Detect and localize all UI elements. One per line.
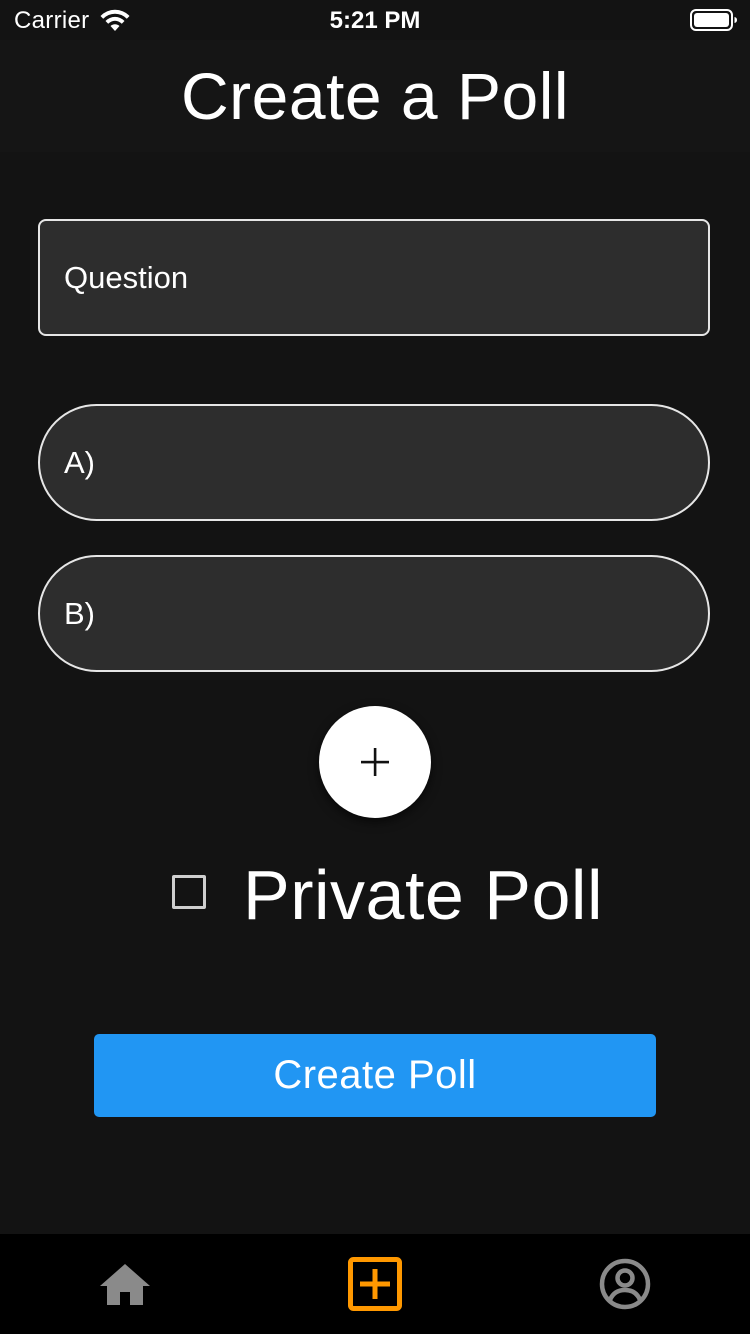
nav-create-tab[interactable] <box>343 1252 407 1316</box>
app-header: Create a Poll <box>0 40 750 152</box>
page-title: Create a Poll <box>180 59 570 133</box>
add-box-icon <box>348 1257 402 1311</box>
option-b-field[interactable] <box>38 555 710 672</box>
create-poll-button[interactable]: Create Poll <box>94 1034 656 1117</box>
option-a-input[interactable] <box>64 406 684 519</box>
option-a-field[interactable] <box>38 404 710 521</box>
status-bar: Carrier 5:21 PM <box>0 0 750 40</box>
private-poll-row: Private Poll <box>170 850 630 940</box>
bottom-nav <box>0 1234 750 1334</box>
add-option-button[interactable] <box>319 706 431 818</box>
question-field[interactable] <box>38 219 710 336</box>
plus-icon <box>361 748 389 776</box>
nav-home-tab[interactable] <box>93 1252 157 1316</box>
private-poll-checkbox[interactable] <box>172 875 206 909</box>
question-input[interactable] <box>64 221 684 334</box>
option-b-input[interactable] <box>64 557 684 670</box>
account-circle-icon <box>599 1258 651 1310</box>
status-time: 5:21 PM <box>329 7 421 34</box>
create-poll-screen: Carrier 5:21 PM Create a Poll Question A… <box>0 0 750 1334</box>
home-icon <box>100 1264 150 1305</box>
nav-profile-tab[interactable] <box>593 1252 657 1316</box>
private-poll-label: Private Poll <box>243 856 604 934</box>
battery-icon <box>690 9 737 31</box>
